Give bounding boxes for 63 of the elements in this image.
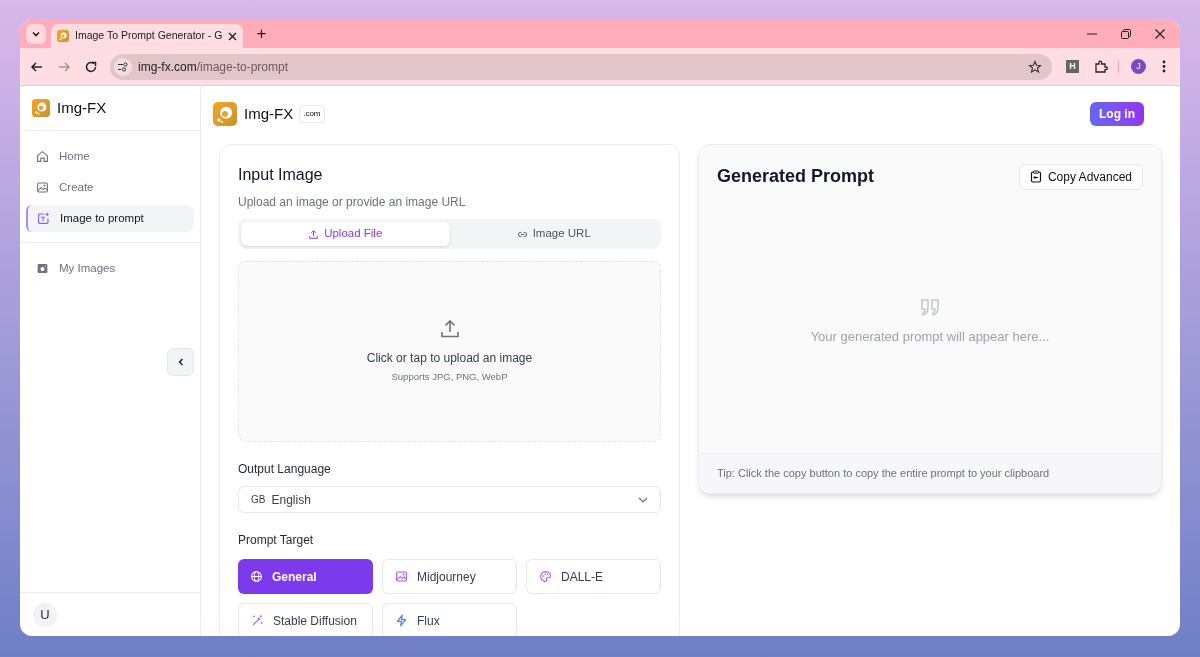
tip-text: Tip: Click the copy button to copy the entire prompt to your clipboard xyxy=(717,466,1050,482)
prompt-target-option[interactable]: General xyxy=(238,559,373,594)
language-value: English xyxy=(271,491,311,509)
chevron-down-icon xyxy=(638,496,648,503)
domain-badge: .com xyxy=(299,105,325,123)
clipboard-icon xyxy=(1029,170,1042,183)
tab-list-button[interactable] xyxy=(26,24,46,44)
restore-icon[interactable] xyxy=(1120,28,1132,40)
new-tab-button[interactable]: + xyxy=(251,21,272,47)
chevron-down-icon xyxy=(31,29,41,39)
dropzone-title: Click or tap to upload an image xyxy=(366,350,533,368)
browser-tab[interactable]: Image To Prompt Generator - G xyxy=(51,24,244,48)
menu-icon[interactable] xyxy=(1162,60,1166,73)
logo-icon xyxy=(57,30,69,42)
user-avatar[interactable]: U xyxy=(33,602,57,627)
back-icon[interactable] xyxy=(30,59,44,74)
star-icon[interactable] xyxy=(1028,59,1042,74)
extension-icon[interactable]: H xyxy=(1066,60,1079,73)
profile-avatar[interactable]: J xyxy=(1131,59,1146,74)
prompt-target-option[interactable]: DALL-E xyxy=(526,559,661,594)
field-label: Prompt Target xyxy=(238,532,315,549)
field-label: Output Language xyxy=(238,461,332,478)
brand-name: Img-FX xyxy=(57,97,107,118)
puzzle-icon[interactable] xyxy=(1094,59,1108,74)
url-text: img-fx.com/image-to-prompt xyxy=(138,58,290,76)
flag-code: GB xyxy=(251,493,266,507)
prompt-target-option[interactable]: Stable Diffusion xyxy=(238,603,373,636)
picture-icon xyxy=(395,570,408,583)
wand-icon xyxy=(251,614,264,627)
login-button[interactable]: Log in xyxy=(1090,102,1144,126)
globe-icon xyxy=(250,570,263,583)
quote-icon xyxy=(919,296,941,318)
picture-icon xyxy=(36,181,49,194)
brand-name: Img-FX xyxy=(244,103,294,124)
close-tab-icon[interactable] xyxy=(228,31,238,41)
sidebar-item[interactable]: Home xyxy=(26,143,194,170)
source-tab[interactable]: Image URL xyxy=(449,222,658,246)
site-settings-icon[interactable] xyxy=(114,57,132,76)
upload-dropzone[interactable]: Click or tap to upload an image Supports JPG, PNG, WebP xyxy=(238,261,661,442)
sidebar-item[interactable]: Image to prompt xyxy=(26,205,194,232)
sidebar-item[interactable]: My Images xyxy=(26,255,194,282)
card-subtitle: Upload an image or provide an image URL xyxy=(238,194,467,211)
copy-advanced-button[interactable]: Copy Advanced xyxy=(1018,163,1143,190)
prompt-target-option[interactable]: Midjourney xyxy=(382,559,517,594)
sidebar-item[interactable]: Create xyxy=(26,174,194,201)
address-bar[interactable]: img-fx.com/image-to-prompt xyxy=(110,53,1052,80)
prompt-target-option[interactable]: Flux xyxy=(382,603,517,636)
camera-icon xyxy=(36,262,49,275)
text-image-icon xyxy=(37,212,50,225)
prompt-placeholder: Your generated prompt will appear here... xyxy=(810,327,1050,346)
upload-icon xyxy=(308,228,320,240)
source-tab[interactable]: Upload File xyxy=(241,222,450,246)
card-title: Input Image xyxy=(238,165,324,185)
dropzone-hint: Supports JPG, PNG, WebP xyxy=(391,370,508,385)
reload-icon[interactable] xyxy=(84,59,98,74)
card-title: Generated Prompt xyxy=(717,165,875,188)
close-icon[interactable] xyxy=(1154,28,1166,40)
palette-icon xyxy=(539,570,552,583)
language-select[interactable]: GB English xyxy=(238,486,661,513)
lightning-icon xyxy=(395,614,408,627)
logo-icon xyxy=(32,99,50,117)
home-icon xyxy=(36,150,49,163)
logo-icon xyxy=(213,102,237,126)
